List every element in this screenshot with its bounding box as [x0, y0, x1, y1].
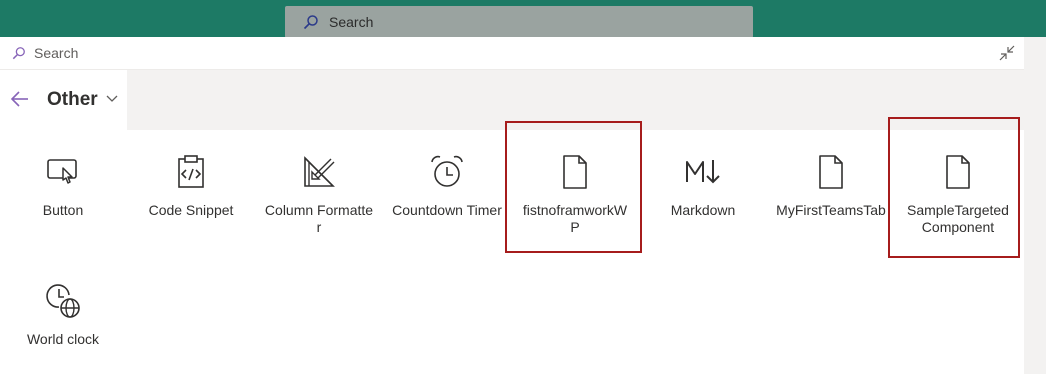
- search-icon: [12, 47, 25, 60]
- tile-label: MyFirstTeamsTab: [776, 202, 886, 218]
- highlight-box-fistnoframeworkwp: [505, 121, 642, 253]
- panel-search-placeholder: Search: [34, 45, 79, 61]
- tile-column-formatter[interactable]: Column Formatter: [264, 154, 374, 236]
- world-clock-icon: [46, 284, 80, 318]
- chevron-down-icon[interactable]: [105, 92, 119, 106]
- alarm-clock-icon: [431, 155, 463, 187]
- tile-markdown[interactable]: Markdown: [648, 154, 758, 219]
- highlight-box-sampletargetedcomponent: [888, 117, 1020, 258]
- tile-label: Button: [42, 202, 84, 218]
- category-selector: Other: [0, 70, 127, 130]
- tile-code-snippet[interactable]: Code Snippet: [136, 154, 246, 219]
- tile-world-clock[interactable]: World clock: [8, 283, 118, 348]
- collapse-icon[interactable]: [998, 44, 1016, 62]
- tile-label: Markdown: [670, 202, 736, 218]
- back-arrow-icon[interactable]: [10, 90, 30, 108]
- top-search-placeholder: Search: [329, 14, 374, 30]
- markdown-icon: [686, 160, 720, 184]
- search-icon: [303, 15, 318, 30]
- web-part-picker-panel: Search Other Button Code Snippet Column …: [0, 37, 1024, 374]
- app-top-bar: Search: [0, 0, 1046, 42]
- panel-search-box[interactable]: Search: [0, 37, 1024, 70]
- tile-label: Countdown Timer: [392, 202, 502, 218]
- tile-label: World clock: [26, 331, 100, 347]
- category-title[interactable]: Other: [47, 89, 98, 111]
- tile-countdown-timer[interactable]: Countdown Timer: [392, 154, 502, 219]
- tile-label: Code Snippet: [148, 202, 234, 218]
- tile-myfirstteamstab[interactable]: MyFirstTeamsTab: [776, 154, 886, 219]
- column-formatter-icon: [304, 156, 335, 187]
- document-icon: [819, 155, 843, 189]
- tile-label: Column Formatter: [264, 202, 374, 235]
- top-search-box[interactable]: Search: [285, 6, 753, 38]
- code-snippet-icon: [178, 155, 204, 188]
- tile-button[interactable]: Button: [8, 154, 118, 219]
- scrollbar[interactable]: [1024, 37, 1046, 374]
- button-icon: [47, 159, 77, 184]
